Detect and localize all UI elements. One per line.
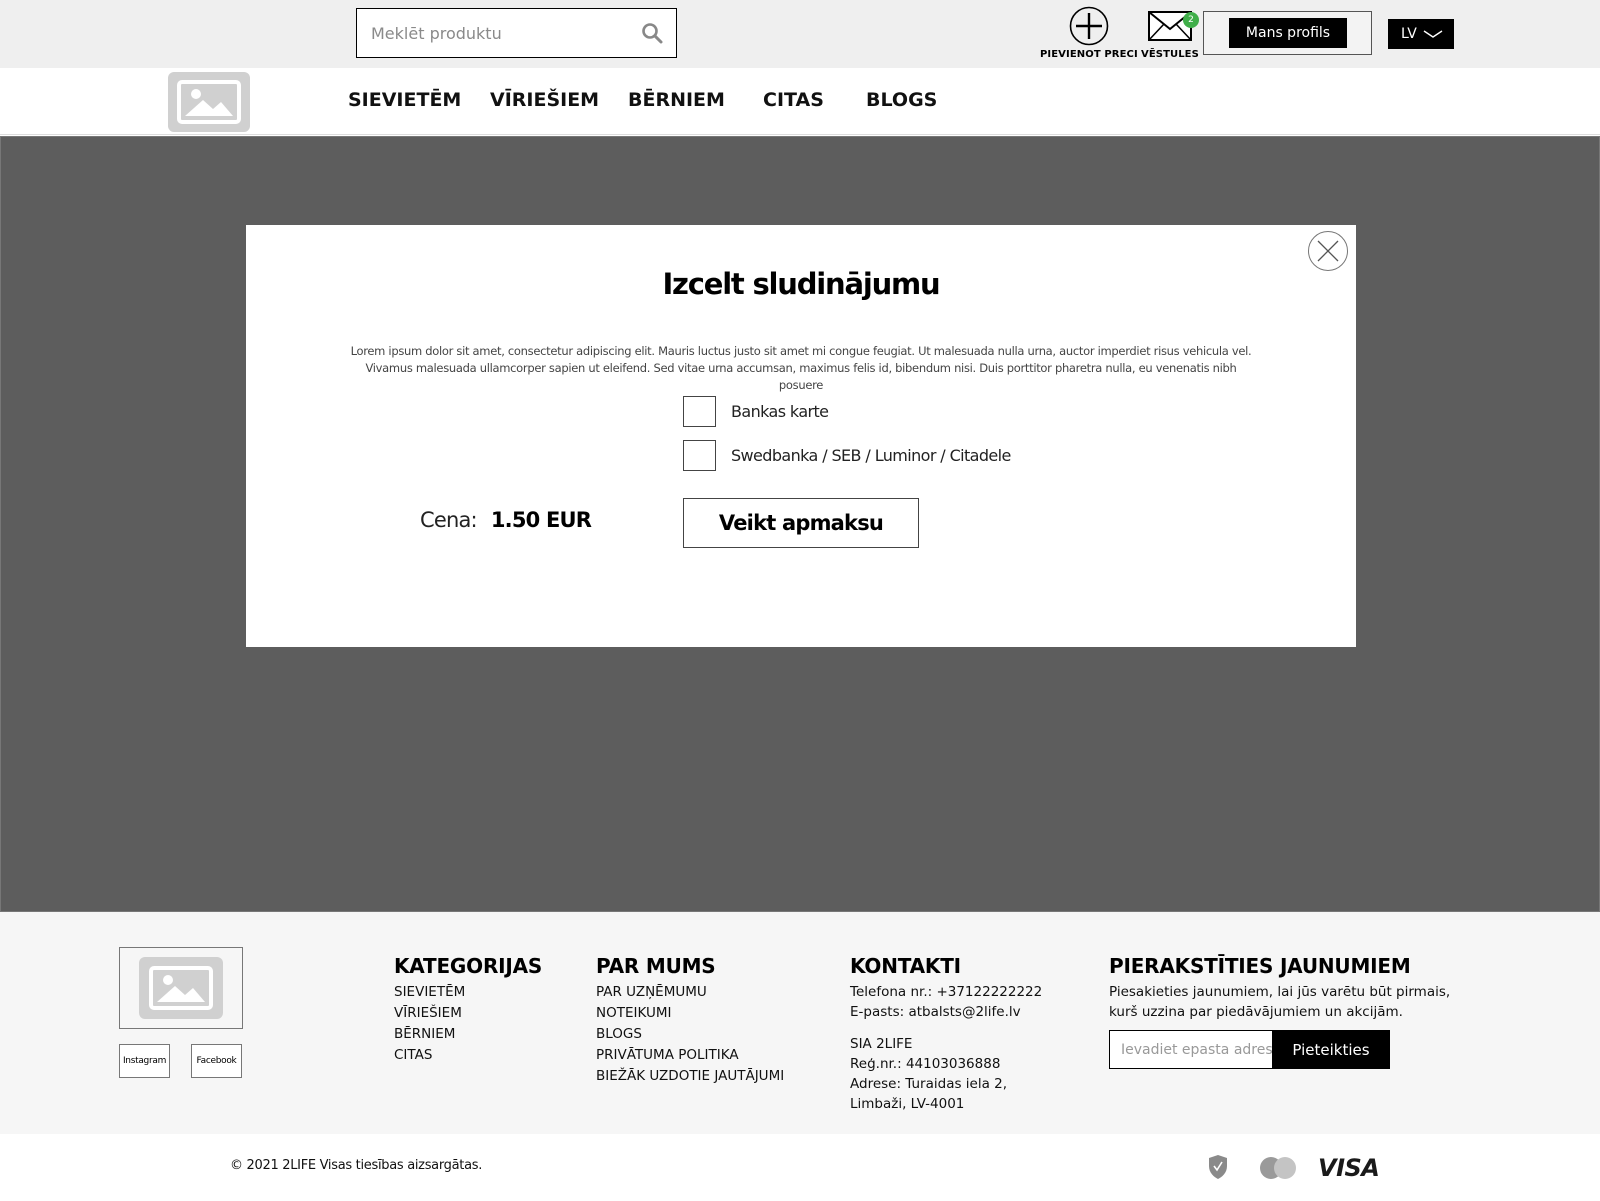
modal-title: Izcelt sludinājumu <box>662 267 940 301</box>
price-label: Cena: <box>420 508 478 532</box>
card-option-label: Bankas karte <box>731 402 829 421</box>
shield-check-icon <box>1209 1155 1227 1179</box>
mastercard-icon <box>1260 1157 1296 1179</box>
footer-about-link[interactable]: PAR UZŅĒMUMU <box>596 982 784 1003</box>
facebook-link[interactable]: Facebook <box>191 1044 242 1078</box>
nav-item-men[interactable]: VĪRIEŠIEM <box>490 89 599 111</box>
contacts-heading: KONTAKTI <box>850 954 961 978</box>
company-name: SIA 2LIFE <box>850 1036 913 1052</box>
footer-category-link[interactable]: VĪRIEŠIEM <box>394 1003 542 1024</box>
nav-item-children[interactable]: BĒRNIEM <box>628 89 725 111</box>
messages-button[interactable]: 2 VĒSTULES <box>1141 6 1199 60</box>
modal-description: Lorem ipsum dolor sit amet, consectetur … <box>346 343 1256 394</box>
main-nav: SIEVIETĒM VĪRIEŠIEM BĒRNIEM CITAS BLOGS <box>0 68 1600 135</box>
categories-heading: KATEGORIJAS <box>394 954 543 978</box>
search-box <box>356 8 677 58</box>
footer-category-link[interactable]: CITAS <box>394 1045 542 1066</box>
search-input[interactable] <box>357 9 627 57</box>
copyright-text: © 2021 2LIFE Visas tiesības aizsargātas. <box>230 1158 483 1173</box>
nav-item-women[interactable]: SIEVIETĒM <box>348 89 461 111</box>
close-icon <box>1317 240 1339 262</box>
footer-categories: KATEGORIJAS SIEVIETĒM VĪRIEŠIEM BĒRNIEM … <box>394 954 542 1066</box>
chevron-down-icon <box>1423 30 1443 38</box>
message-count-badge: 2 <box>1182 12 1199 28</box>
about-heading: PAR MUMS <box>596 954 716 978</box>
bank-option-label: Swedbanka / SEB / Luminor / Citadele <box>731 446 1011 465</box>
footer-newsletter: PIERAKSTĪTIES JAUNUMIEM Piesakieties jau… <box>1109 954 1459 1022</box>
payment-option-bank[interactable]: Swedbanka / SEB / Luminor / Citadele <box>683 440 1011 471</box>
description-line: Lorem ipsum dolor sit amet, consectetur … <box>350 344 1252 358</box>
bank-checkbox[interactable] <box>683 440 716 471</box>
price-display: Cena: 1.50 EUR <box>420 508 592 532</box>
site-logo[interactable] <box>168 72 250 132</box>
company-reg: Reģ.nr.: 44103036888 <box>850 1056 1001 1072</box>
footer-logo-image <box>139 957 223 1019</box>
newsletter-email-input[interactable] <box>1109 1030 1272 1069</box>
add-product-label: PIEVIENOT PRECI <box>1040 49 1138 60</box>
image-placeholder-icon <box>177 80 241 124</box>
footer: Instagram Facebook KATEGORIJAS SIEVIETĒM… <box>0 912 1600 1134</box>
footer-about-link[interactable]: BLOGS <box>596 1024 784 1045</box>
footer-category-link[interactable]: BĒRNIEM <box>394 1024 542 1045</box>
language-value: LV <box>1401 26 1417 42</box>
card-checkbox[interactable] <box>683 396 716 427</box>
company-address: Adrese: Turaidas iela 2, <box>850 1076 1008 1092</box>
price-value: 1.50 EUR <box>490 508 592 532</box>
search-icon[interactable] <box>640 21 664 45</box>
footer-about: PAR MUMS PAR UZŅĒMUMU NOTEIKUMI BLOGS PR… <box>596 954 784 1087</box>
profile-container: Mans profils <box>1203 11 1372 55</box>
payment-option-card[interactable]: Bankas karte <box>683 396 829 427</box>
nav-item-blog[interactable]: BLOGS <box>866 89 937 111</box>
contact-phone: Telefona nr.: +37122222222 <box>850 984 1043 1000</box>
footer-about-link[interactable]: PRIVĀTUMA POLITIKA <box>596 1045 784 1066</box>
contact-email: E-pasts: atbalsts@2life.lv <box>850 1004 1021 1020</box>
plus-circle-icon <box>1069 6 1109 46</box>
nav-item-other[interactable]: CITAS <box>763 89 824 111</box>
footer-bottom-bar: © 2021 2LIFE Visas tiesības aizsargātas.… <box>0 1134 1600 1201</box>
newsletter-form: Pieteikties <box>1109 1030 1390 1069</box>
newsletter-text: Piesakieties jaunumiem, lai jūs varētu b… <box>1109 984 1451 1020</box>
newsletter-heading: PIERAKSTĪTIES JAUNUMIEM <box>1109 954 1411 978</box>
highlight-ad-modal: Izcelt sludinājumu Lorem ipsum dolor sit… <box>246 225 1356 647</box>
footer-category-link[interactable]: SIEVIETĒM <box>394 982 542 1003</box>
language-selector[interactable]: LV <box>1388 19 1454 49</box>
messages-icon-wrap: 2 <box>1145 6 1199 46</box>
messages-label: VĒSTULES <box>1141 49 1199 60</box>
company-address-city: Limbaži, LV-4001 <box>850 1096 965 1112</box>
instagram-link[interactable]: Instagram <box>119 1044 170 1078</box>
footer-about-link[interactable]: NOTEIKUMI <box>596 1003 784 1024</box>
visa-icon: VISA <box>1318 1154 1380 1182</box>
footer-logo[interactable] <box>119 947 243 1029</box>
footer-about-link[interactable]: BIEŽĀK UZDOTIE JAUTĀJUMI <box>596 1066 784 1087</box>
footer-contacts: KONTAKTI Telefona nr.: +37122222222 E-pa… <box>850 954 1042 1114</box>
top-bar: PIEVIENOT PRECI 2 VĒSTULES Mans profils … <box>0 0 1600 68</box>
my-profile-button[interactable]: Mans profils <box>1229 18 1347 48</box>
description-line: Vivamus malesuada ullamcorper sapien ut … <box>365 361 1237 392</box>
subscribe-button[interactable]: Pieteikties <box>1272 1030 1390 1069</box>
add-product-button[interactable]: PIEVIENOT PRECI <box>1040 6 1138 60</box>
image-placeholder-icon <box>149 966 213 1010</box>
make-payment-button[interactable]: Veikt apmaksu <box>683 498 919 548</box>
close-modal-button[interactable] <box>1308 231 1348 271</box>
